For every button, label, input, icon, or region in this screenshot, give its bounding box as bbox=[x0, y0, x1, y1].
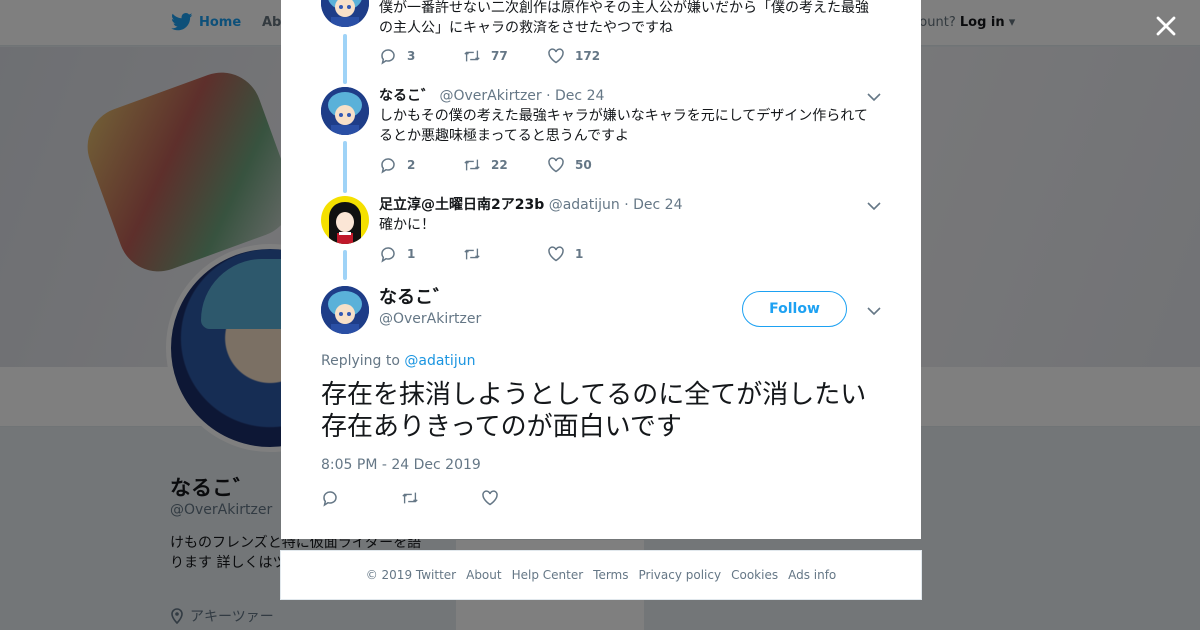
heart-icon bbox=[548, 157, 564, 173]
tweet-author-handle[interactable]: @OverAkirtzer bbox=[379, 311, 481, 327]
footer-link-privacy[interactable]: Privacy policy bbox=[639, 568, 722, 582]
tweet-actions: 1 1 bbox=[379, 245, 631, 263]
tweet-menu-button[interactable] bbox=[867, 196, 881, 216]
tweet-modal: 僕が一番許せない二次創作は原作やその主人公が嫌いだから「僕の考えた最強の主人公」… bbox=[281, 0, 921, 539]
reply-button[interactable]: 3 bbox=[379, 47, 463, 65]
close-icon bbox=[1156, 16, 1176, 36]
reply-button[interactable] bbox=[321, 489, 401, 507]
tweet-menu-button[interactable] bbox=[867, 301, 881, 321]
tweet-header: 足立淳@土曜日南2ア23b @adatijun · Dec 24 bbox=[379, 195, 682, 215]
thread-line bbox=[343, 250, 347, 280]
tweet-date[interactable]: Dec 24 bbox=[633, 197, 682, 213]
heart-icon bbox=[482, 490, 498, 506]
tweet-dot: · bbox=[624, 197, 629, 213]
tweet-author-name[interactable]: 足立淳@土曜日南2ア23b bbox=[379, 197, 544, 213]
tweet-actions: 2 22 50 bbox=[379, 156, 631, 174]
reply-icon bbox=[381, 247, 395, 263]
reply-count: 2 bbox=[407, 158, 416, 172]
avatar-image bbox=[321, 87, 369, 135]
tweet-timestamp[interactable]: 8:05 PM - 24 Dec 2019 bbox=[321, 457, 481, 473]
replying-to: Replying to @adatijun bbox=[321, 353, 475, 369]
footer: © 2019 Twitter About Help Center Terms P… bbox=[280, 550, 922, 600]
reply-button[interactable]: 2 bbox=[379, 156, 463, 174]
reply-button[interactable]: 1 bbox=[379, 245, 463, 263]
like-button[interactable]: 1 bbox=[547, 245, 631, 263]
retweet-button[interactable] bbox=[401, 489, 481, 507]
chevron-down-icon bbox=[867, 202, 881, 211]
footer-copyright: © 2019 Twitter bbox=[365, 568, 457, 582]
tweet-menu-button[interactable] bbox=[867, 87, 881, 107]
retweet-count: 77 bbox=[491, 49, 508, 63]
chevron-down-icon bbox=[867, 307, 881, 316]
tweet-avatar[interactable] bbox=[321, 286, 369, 334]
tweet-text: 確かに！ bbox=[379, 217, 435, 233]
tweet-date[interactable]: Dec 24 bbox=[555, 88, 604, 104]
chevron-down-icon bbox=[867, 93, 881, 102]
tweet-avatar[interactable] bbox=[321, 87, 369, 135]
heart-icon bbox=[548, 48, 564, 64]
like-button[interactable]: 172 bbox=[547, 47, 631, 65]
like-count: 1 bbox=[575, 247, 584, 261]
follow-button[interactable]: Follow bbox=[742, 291, 847, 327]
retweet-icon bbox=[464, 50, 480, 62]
like-button[interactable]: 50 bbox=[547, 156, 631, 174]
retweet-icon bbox=[464, 248, 480, 260]
like-button[interactable] bbox=[481, 489, 561, 507]
like-count: 172 bbox=[575, 49, 601, 63]
tweet-author-handle[interactable]: @OverAkirtzer bbox=[439, 88, 541, 104]
footer-link-cookies[interactable]: Cookies bbox=[731, 568, 778, 582]
tweet-avatar[interactable] bbox=[321, 0, 369, 27]
heart-icon bbox=[548, 246, 564, 262]
replying-to-label: Replying to bbox=[321, 353, 400, 369]
close-button[interactable] bbox=[1152, 12, 1180, 40]
retweet-count: 22 bbox=[491, 158, 508, 172]
tweet-author-handle[interactable]: @adatijun bbox=[549, 197, 620, 213]
tweet-avatar[interactable] bbox=[321, 196, 369, 244]
retweet-icon bbox=[402, 492, 418, 504]
tweet-text: しかもその僕の考えた最強キャラが嫌いなキャラを元にしてデザイン作られてるとか悪趣… bbox=[379, 108, 868, 144]
tweet-text: 僕が一番許せない二次創作は原作やその主人公が嫌いだから「僕の考えた最強の主人公」… bbox=[379, 0, 869, 36]
tweet-text: 存在を抹消しようとしてるのに全てが消したい存在ありきってのが面白いです bbox=[321, 380, 867, 442]
footer-link-about[interactable]: About bbox=[466, 568, 501, 582]
thread-line bbox=[343, 141, 347, 193]
replying-to-link[interactable]: @adatijun bbox=[404, 353, 475, 369]
avatar-image bbox=[321, 0, 369, 27]
reply-icon bbox=[381, 49, 395, 65]
tweet-actions: 3 77 172 bbox=[379, 47, 631, 65]
reply-count: 1 bbox=[407, 247, 416, 261]
retweet-button[interactable] bbox=[463, 245, 547, 263]
tweet-dot: · bbox=[546, 88, 551, 104]
reply-icon bbox=[381, 158, 395, 174]
retweet-button[interactable]: 77 bbox=[463, 47, 547, 65]
footer-link-help-center[interactable]: Help Center bbox=[512, 568, 584, 582]
retweet-icon bbox=[464, 159, 480, 171]
tweet-author-name[interactable]: なるこ゛ bbox=[379, 88, 435, 104]
reply-icon bbox=[323, 491, 337, 507]
thread-line bbox=[343, 34, 347, 84]
tweet-header: なるこ゛ @OverAkirtzer · Dec 24 bbox=[379, 86, 604, 106]
like-count: 50 bbox=[575, 158, 592, 172]
avatar-image bbox=[321, 196, 369, 244]
retweet-button[interactable]: 22 bbox=[463, 156, 547, 174]
avatar-image bbox=[321, 286, 369, 334]
tweet-actions bbox=[321, 489, 561, 507]
footer-link-ads-info[interactable]: Ads info bbox=[788, 568, 836, 582]
footer-link-terms[interactable]: Terms bbox=[593, 568, 628, 582]
reply-count: 3 bbox=[407, 49, 416, 63]
tweet-author-name[interactable]: なるこ゛ bbox=[379, 286, 451, 310]
